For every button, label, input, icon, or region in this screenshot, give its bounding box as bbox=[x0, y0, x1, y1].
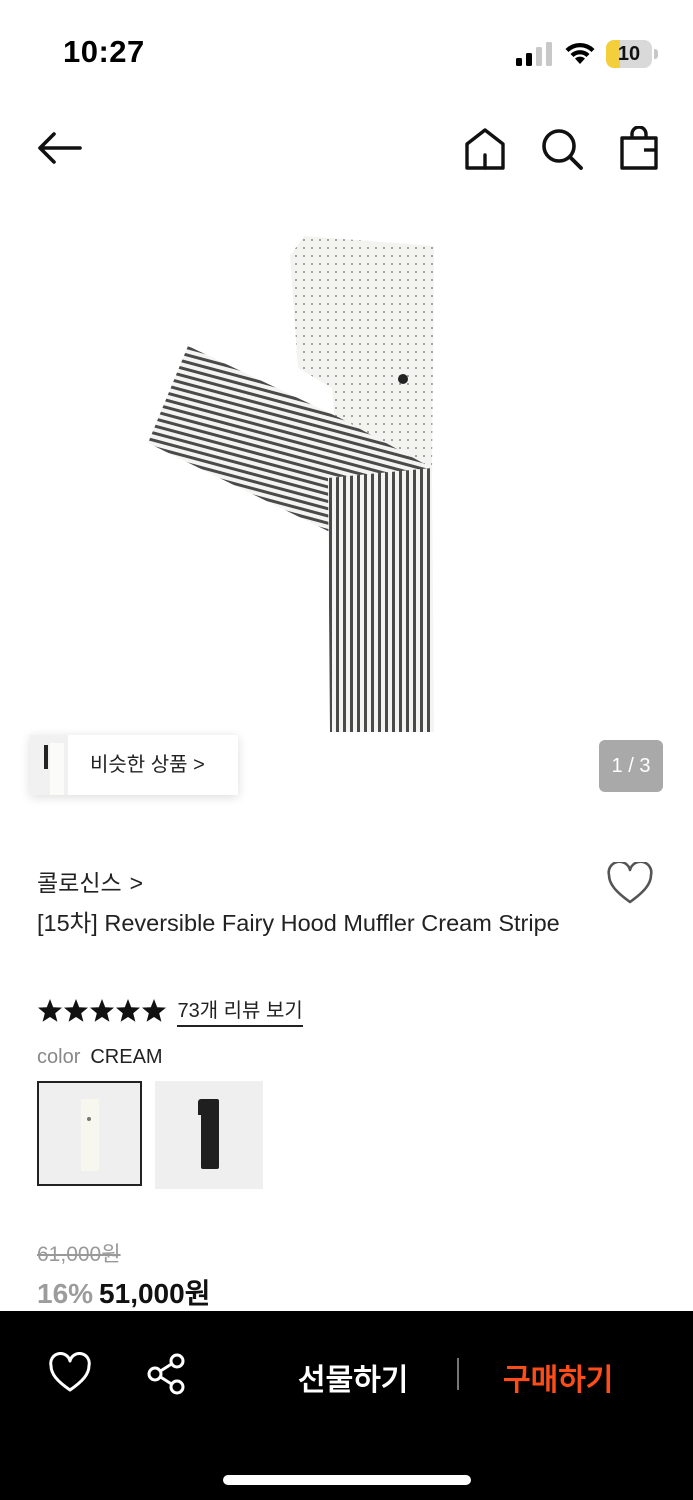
shopping-bag-icon[interactable] bbox=[616, 126, 662, 172]
color-row: color CREAM bbox=[37, 1046, 163, 1069]
product-title: [15차] Reversible Fairy Hood Muffler Crea… bbox=[37, 910, 560, 936]
home-indicator[interactable] bbox=[223, 1475, 471, 1485]
discount-rate: 16% bbox=[37, 1278, 94, 1309]
color-swatch-black[interactable] bbox=[155, 1081, 263, 1189]
price-row: 16% 51,000원 bbox=[37, 1272, 210, 1312]
image-counter: 1 / 3 bbox=[599, 740, 663, 792]
chevron-right-icon: > bbox=[129, 870, 144, 896]
star-rating-icon bbox=[38, 998, 166, 1022]
color-value: CREAM bbox=[90, 1046, 163, 1068]
heart-icon[interactable] bbox=[606, 862, 654, 906]
search-icon[interactable] bbox=[539, 126, 585, 172]
similar-products-label: 비슷한 상품 > bbox=[90, 754, 205, 776]
similar-product-thumbnail bbox=[30, 735, 68, 795]
rating-row: 73개 리뷰 보기 bbox=[37, 994, 303, 1027]
bottom-action-bar bbox=[0, 1311, 693, 1500]
home-icon[interactable] bbox=[461, 126, 509, 172]
gift-button[interactable]: 선물하기 bbox=[298, 1355, 408, 1399]
share-icon[interactable] bbox=[144, 1352, 188, 1396]
color-swatch-cream[interactable] bbox=[37, 1081, 142, 1186]
buy-button[interactable]: 구매하기 bbox=[503, 1355, 613, 1399]
similar-products-button[interactable]: 비슷한 상품 > bbox=[30, 735, 238, 795]
arrow-left-icon[interactable] bbox=[34, 126, 84, 170]
color-label: color bbox=[37, 1046, 81, 1068]
original-price: 61,000원 bbox=[37, 1243, 121, 1266]
brand-name: 콜로신스 bbox=[37, 870, 122, 896]
cellular-signal-icon bbox=[516, 42, 552, 66]
sale-price: 51,000원 bbox=[99, 1278, 211, 1309]
battery-indicator: 10 bbox=[606, 40, 658, 68]
product-image bbox=[148, 236, 434, 732]
battery-level: 10 bbox=[617, 43, 641, 65]
brand-link[interactable]: 콜로신스 > bbox=[37, 864, 143, 898]
wifi-icon bbox=[565, 42, 595, 64]
status-time: 10:27 bbox=[63, 34, 145, 69]
button-divider bbox=[457, 1358, 459, 1390]
heart-icon[interactable] bbox=[48, 1352, 92, 1396]
review-link[interactable]: 73개 리뷰 보기 bbox=[177, 994, 303, 1027]
